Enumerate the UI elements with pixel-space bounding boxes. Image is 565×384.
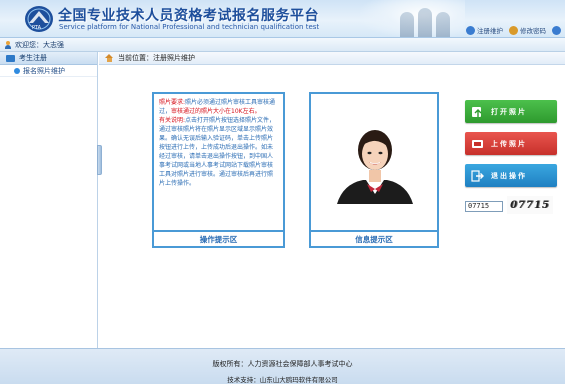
photo-display-panel: 信息提示区 <box>309 92 439 248</box>
welcome-bar: 欢迎您：大志强 <box>0 38 565 52</box>
banner-illustration <box>360 0 465 37</box>
captcha-image[interactable]: 07715 <box>507 196 553 214</box>
monitor-icon <box>6 54 15 62</box>
app-header: PTA 全国专业技术人员资格考试报名服务平台 Service platform … <box>0 0 565 38</box>
register-maintenance-link[interactable]: 注册维护 <box>466 25 503 35</box>
info-tips-label: 信息提示区 <box>311 230 437 246</box>
help-icon <box>552 25 561 35</box>
operation-tips-label: 操作提示区 <box>154 230 283 246</box>
upload-photo-button[interactable]: 上传照片 <box>465 132 557 155</box>
page-subtitle: Service platform for National Profession… <box>59 23 320 31</box>
logo-icon: PTA <box>25 6 53 32</box>
help-link[interactable] <box>552 25 561 35</box>
operation-tips-panel: 照片要求:照片必须通过照片审核工具审核通过，审核通过的照片大小在10K左右。 有… <box>152 92 285 248</box>
home-icon <box>105 54 114 62</box>
exit-button[interactable]: 退出操作 <box>465 164 557 187</box>
sidebar-item-label: 报名照片维护 <box>23 66 65 75</box>
key-icon <box>509 25 518 35</box>
bullet-icon <box>14 67 20 74</box>
open-photo-button[interactable]: 打开照片 <box>465 100 557 123</box>
sidebar-item-photo-maintenance[interactable]: 报名照片维护 <box>0 65 97 77</box>
sidebar-heading[interactable]: 考生注册 <box>0 52 97 65</box>
breadcrumb-text: 当前位置：注册照片维护 <box>118 54 195 62</box>
photo-requirement-label: 照片要求: <box>159 99 186 106</box>
open-file-icon <box>472 106 482 117</box>
svg-text:PTA: PTA <box>32 25 42 31</box>
sidebar: 考生注册 报名照片维护 <box>0 52 98 348</box>
breadcrumb: 当前位置：注册照片维护 <box>99 52 565 65</box>
captcha-input[interactable]: 07715 <box>465 201 503 212</box>
photo-size-note: 审核通过的照片大小在10K左右。 <box>171 108 261 115</box>
welcome-text: 欢迎您：大志强 <box>15 40 64 49</box>
sidebar-collapse-handle[interactable] <box>97 145 102 175</box>
register-icon <box>466 25 475 35</box>
id-photo <box>333 122 417 204</box>
instructions-label: 有关说明: <box>159 117 186 124</box>
change-password-link[interactable]: 修改密码 <box>509 25 546 35</box>
exit-icon <box>471 169 484 182</box>
tech-support-text: 技术支持：山东山大鸥玛软件有限公司 <box>227 376 338 384</box>
copyright-text: 版权所有：人力资源社会保障部人事考试中心 <box>212 360 353 368</box>
header-links: 注册维护 修改密码 <box>466 25 561 35</box>
upload-icon <box>472 139 483 148</box>
user-icon <box>4 40 12 49</box>
tips-text: 照片要求:照片必须通过照片审核工具审核通过，审核通过的照片大小在10K左右。 有… <box>159 98 277 188</box>
page-footer: 版权所有：人力资源社会保障部人事考试中心 技术支持：山东山大鸥玛软件有限公司 <box>0 348 565 384</box>
page-title: 全国专业技术人员资格考试报名服务平台 <box>58 8 319 24</box>
instructions-text: 点击打开照片按钮选择照片文件，通过审核照片将在照片显示区域显示照片效果。确认无误… <box>159 117 276 187</box>
